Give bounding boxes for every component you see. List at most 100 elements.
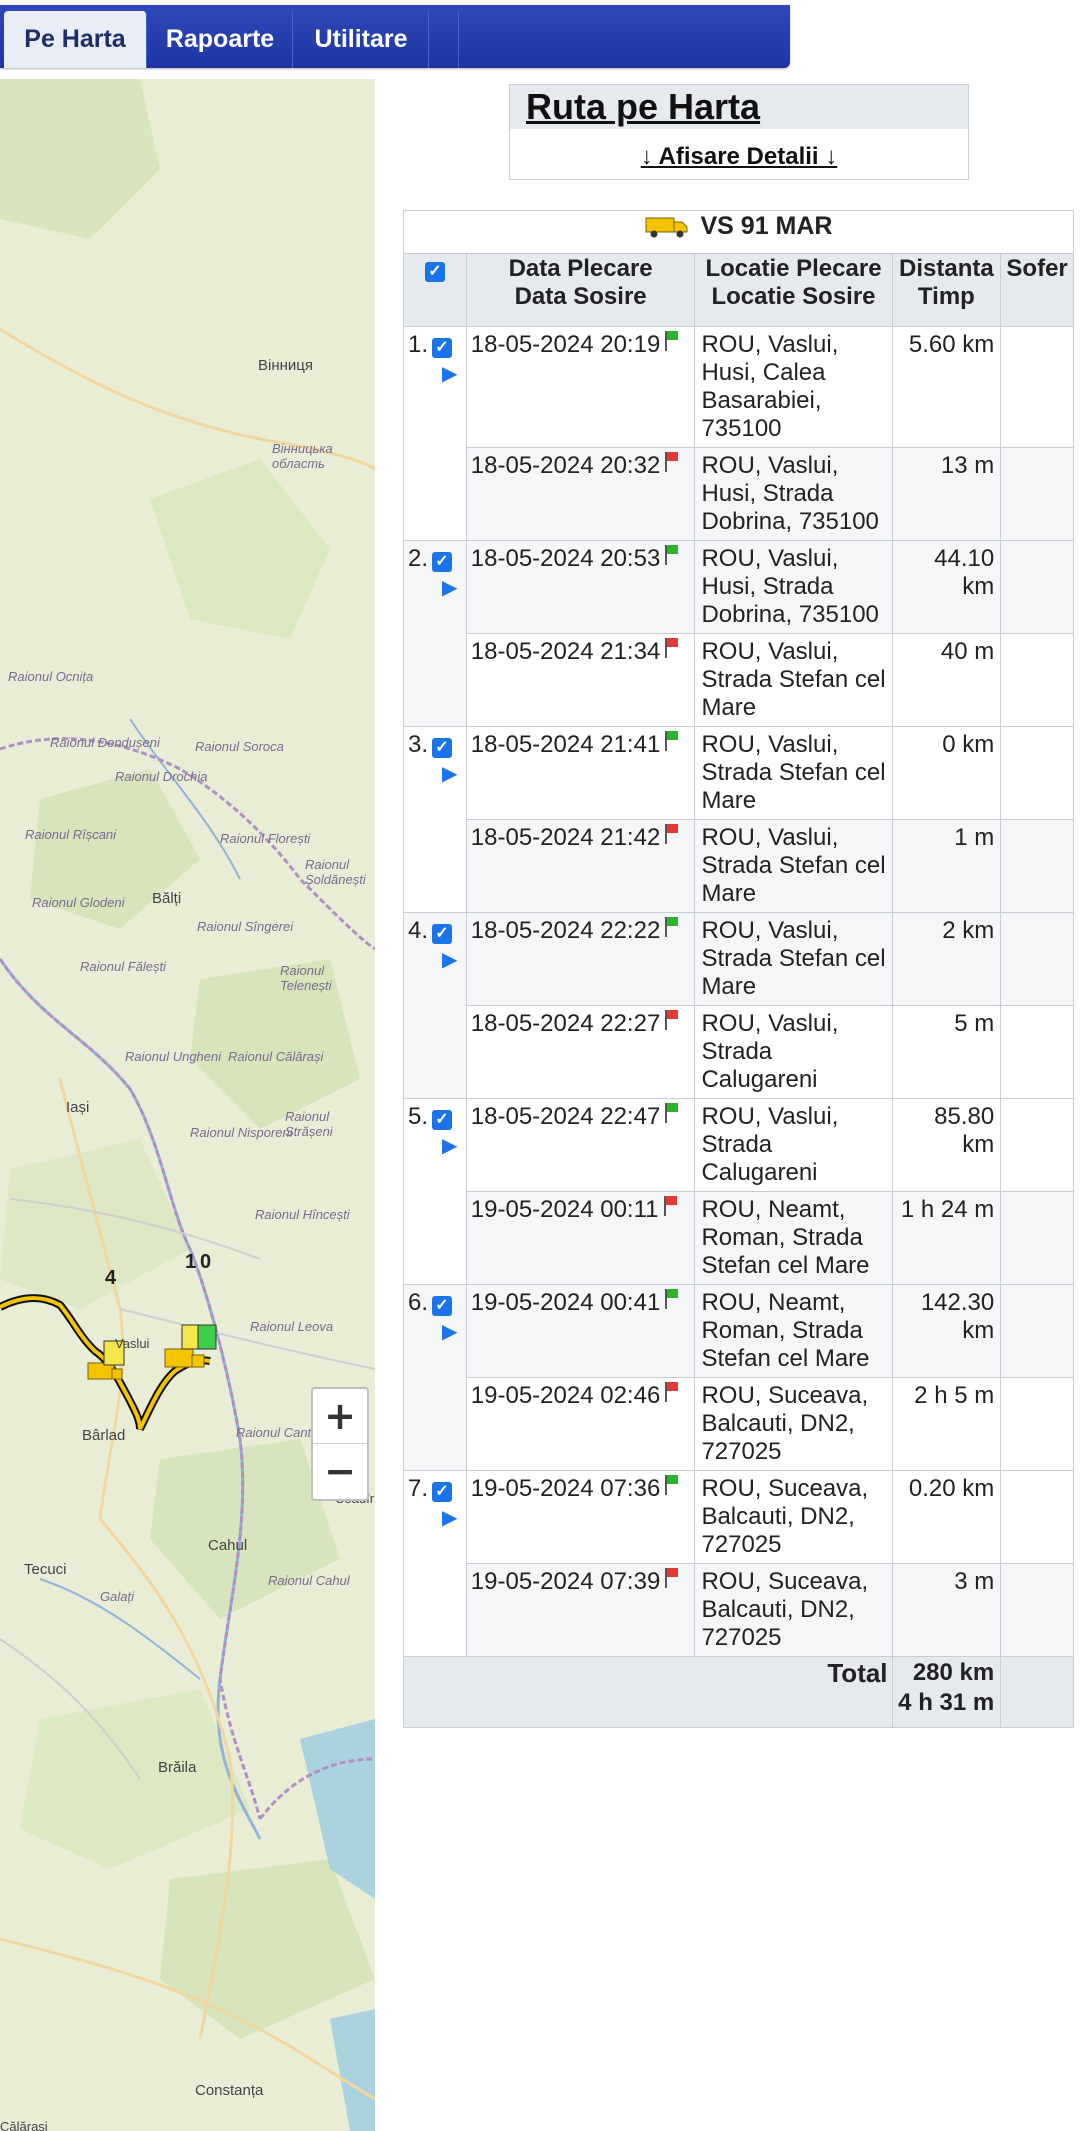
map-label: Raionul Soroca <box>195 739 284 754</box>
arrival-location: ROU, Vaslui, Strada Calugareni <box>694 1005 893 1099</box>
trip-departure-row[interactable]: 5. ✓ ▶ 18-05-2024 22:47 ROU, Vaslui, Strada … <box>403 1098 1074 1285</box>
trip-checkbox[interactable]: ✓ <box>432 1296 452 1316</box>
map-label: Călărași <box>0 2119 48 2131</box>
departure-date: 19-05-2024 07:36 <box>470 1475 661 1502</box>
departure-location: ROU, Vaslui, Strada Stefan cel Mare <box>694 726 893 820</box>
column-header-departure-date: Data Plecare <box>508 255 653 282</box>
marker-label[interactable]: 0 <box>200 1251 211 1274</box>
trip-number: 3. <box>408 731 429 758</box>
trip-arrival-row[interactable]: 18-05-2024 21:34 ROU, Vaslui, Strada Stef… <box>404 633 1074 727</box>
driver-cell <box>1000 1191 1074 1285</box>
nav-divider <box>458 11 459 68</box>
trip-distance: 85.80 km <box>891 1098 1002 1192</box>
departure-date: 18-05-2024 22:47 <box>470 1103 661 1130</box>
trip-arrival-row[interactable]: 19-05-2024 07:39 ROU, Suceava, Balcauti, … <box>404 1563 1074 1657</box>
map-label: Raionul Dondușeni <box>50 735 160 750</box>
select-all-checkbox[interactable]: ✓ <box>424 262 445 282</box>
driver-cell <box>1000 1377 1074 1471</box>
trip-checkbox[interactable]: ✓ <box>432 738 452 758</box>
trip-departure-row[interactable]: 1. ✓ ▶ 18-05-2024 20:19 ROU, Vaslui, Husi, C… <box>403 326 1074 541</box>
trip-checkbox[interactable]: ✓ <box>432 552 452 572</box>
play-icon[interactable]: ▶ <box>442 947 464 972</box>
trip-rows: 1. ✓ ▶ 18-05-2024 20:19 ROU, Vaslui, Husi, C… <box>403 326 1074 1657</box>
marker-label[interactable]: 1 <box>185 1251 196 1274</box>
trip-arrival-row[interactable]: 18-05-2024 20:32 ROU, Vaslui, Husi, Strad… <box>404 447 1074 541</box>
departure-date: 19-05-2024 00:41 <box>470 1289 661 1316</box>
play-icon[interactable]: ▶ <box>442 761 464 786</box>
map-label: Constanța <box>195 2082 264 2099</box>
route-map[interactable]: 4 1 0 Вінниця Вінницька область Raionul … <box>0 79 375 2131</box>
play-icon[interactable]: ▶ <box>442 361 464 386</box>
trip-distance: 142.30 km <box>891 1284 1002 1378</box>
tab-utilitare[interactable]: Utilitare <box>294 11 429 68</box>
trip-checkbox[interactable]: ✓ <box>432 1110 452 1130</box>
trip-distance: 0.20 km <box>891 1470 1002 1564</box>
tab-pe-harta[interactable]: Pe Harta <box>4 11 147 68</box>
map-label: Вінницька область <box>272 441 333 471</box>
map-label: Raionul Hîncești <box>255 1207 350 1222</box>
column-locations: Locatie Plecare Locatie Sosire <box>694 253 893 327</box>
trip-distance: 44.10 km <box>891 540 1002 634</box>
driver-cell <box>1000 1563 1074 1657</box>
play-icon[interactable]: ▶ <box>442 1133 464 1158</box>
departure-date-cell: 18-05-2024 20:53 <box>465 540 696 634</box>
start-flag-icon <box>664 1289 679 1309</box>
map-label: Raionul Nisporeni <box>190 1125 293 1140</box>
zoom-control: + − <box>311 1387 369 1501</box>
departure-date: 18-05-2024 20:53 <box>470 545 661 572</box>
trip-controls: 3. ✓ ▶ <box>403 726 467 913</box>
show-details-link[interactable]: ↓ Afisare Detalii ↓ <box>510 143 968 171</box>
trip-duration: 1 m <box>891 819 1002 913</box>
tab-rapoarte[interactable]: Rapoarte <box>148 11 293 68</box>
start-flag-icon <box>664 1475 679 1495</box>
play-icon[interactable]: ▶ <box>442 575 464 600</box>
departure-date: 18-05-2024 22:22 <box>470 917 661 944</box>
driver-cell <box>1000 326 1074 448</box>
map-label: Tecuci <box>24 1561 67 1578</box>
trip-departure-row[interactable]: 7. ✓ ▶ 19-05-2024 07:36 ROU, Suceava, Balcau… <box>403 1470 1074 1657</box>
departure-date-cell: 19-05-2024 00:41 <box>465 1284 696 1378</box>
end-flag-icon <box>664 638 679 658</box>
driver-cell <box>1000 1098 1074 1192</box>
map-label: Raionul Ocnița <box>8 669 94 684</box>
trip-checkbox[interactable]: ✓ <box>432 1482 452 1502</box>
trip-departure-row[interactable]: 3. ✓ ▶ 18-05-2024 21:41 ROU, Vaslui, Strada … <box>403 726 1074 913</box>
trip-duration: 13 m <box>891 447 1002 541</box>
truck-icon <box>645 217 687 238</box>
end-flag-icon <box>664 824 679 844</box>
trip-departure-row[interactable]: 2. ✓ ▶ 18-05-2024 20:53 ROU, Vaslui, Husi, S… <box>403 540 1074 727</box>
vehicle-plate: VS 91 MAR <box>700 212 833 240</box>
marker-label[interactable]: 4 <box>105 1267 116 1290</box>
arrival-date-cell: 18-05-2024 21:34 <box>465 633 696 727</box>
arrival-date-cell: 19-05-2024 00:11 <box>465 1191 696 1285</box>
driver-cell <box>1000 726 1074 820</box>
play-icon[interactable]: ▶ <box>442 1505 464 1530</box>
trip-duration: 2 h 5 m <box>891 1377 1002 1471</box>
trip-checkbox[interactable]: ✓ <box>432 338 452 358</box>
total-time: 4 h 31 m <box>898 1689 995 1716</box>
trip-controls: 1. ✓ ▶ <box>403 326 467 541</box>
departure-location: ROU, Vaslui, Strada Stefan cel Mare <box>694 912 893 1006</box>
trip-arrival-row[interactable]: 19-05-2024 00:11 ROU, Neamt, Roman, Strad… <box>404 1191 1074 1285</box>
play-icon[interactable]: ▶ <box>442 1319 464 1344</box>
trip-arrival-row[interactable]: 19-05-2024 02:46 ROU, Suceava, Balcauti, … <box>404 1377 1074 1471</box>
driver-cell <box>1000 447 1074 541</box>
trip-arrival-row[interactable]: 18-05-2024 22:27 ROU, Vaslui, Strada Calu… <box>404 1005 1074 1099</box>
end-flag-icon <box>664 1382 679 1402</box>
trip-number: 2. <box>408 545 429 572</box>
departure-date-cell: 18-05-2024 20:19 <box>465 326 696 448</box>
total-driver-cell <box>1000 1656 1074 1728</box>
column-driver: Sofer <box>1000 253 1074 327</box>
arrival-date-cell: 19-05-2024 02:46 <box>465 1377 696 1471</box>
departure-location: ROU, Vaslui, Husi, Strada Dobrina, 73510… <box>694 540 893 634</box>
trip-arrival-row[interactable]: 18-05-2024 21:42 ROU, Vaslui, Strada Stef… <box>404 819 1074 913</box>
arrival-date: 18-05-2024 21:42 <box>470 824 661 851</box>
trip-number: 4. <box>408 917 429 944</box>
trip-departure-row[interactable]: 4. ✓ ▶ 18-05-2024 22:22 ROU, Vaslui, Strada … <box>403 912 1074 1099</box>
zoom-in-button[interactable]: + <box>313 1389 367 1444</box>
trip-controls: 6. ✓ ▶ <box>403 1284 467 1471</box>
zoom-out-button[interactable]: − <box>313 1444 367 1498</box>
arrival-date-cell: 18-05-2024 22:27 <box>465 1005 696 1099</box>
trip-checkbox[interactable]: ✓ <box>432 924 452 944</box>
trip-departure-row[interactable]: 6. ✓ ▶ 19-05-2024 00:41 ROU, Neamt, Roman, S… <box>403 1284 1074 1471</box>
